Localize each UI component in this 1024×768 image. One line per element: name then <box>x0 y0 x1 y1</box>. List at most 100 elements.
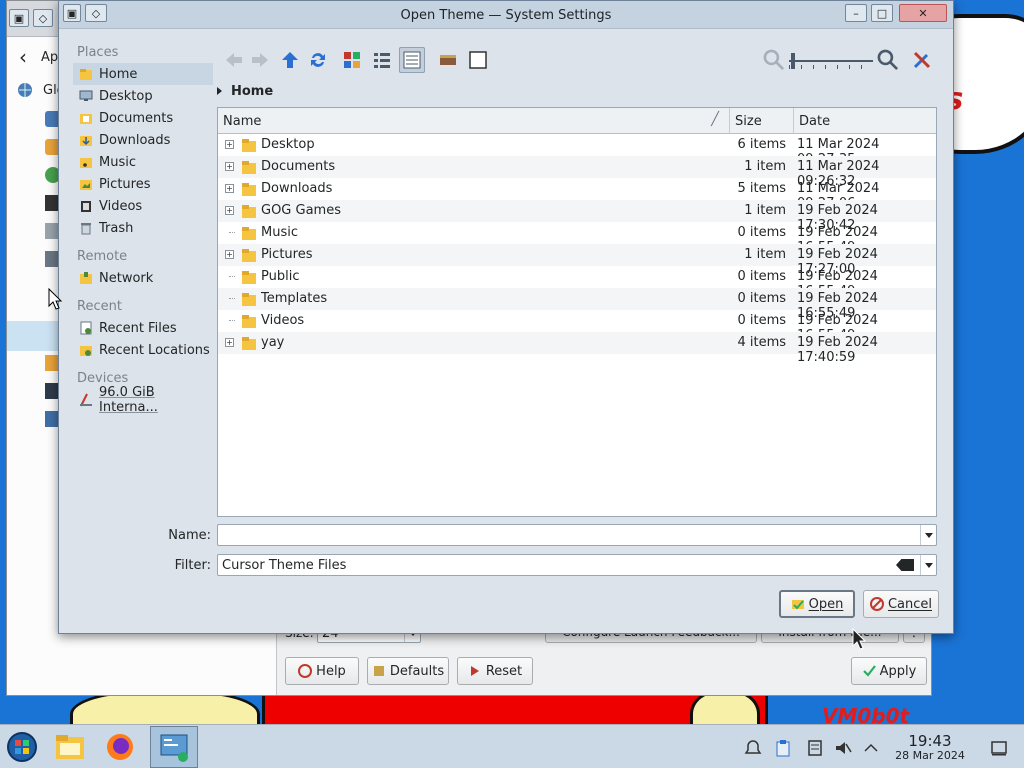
places-item-downloads[interactable]: Downloads <box>73 129 213 151</box>
table-row[interactable]: Public0 items19 Feb 2024 16:55:49 <box>218 266 936 299</box>
minimize-button[interactable]: – <box>845 4 867 22</box>
bg-window-pin-icon[interactable]: ◇ <box>33 9 53 27</box>
maximize-button[interactable]: □ <box>871 4 893 22</box>
parent-folder-button[interactable] <box>277 47 303 73</box>
zoom-in-icon[interactable] <box>875 47 901 73</box>
bg-sidebar-selected-row[interactable] <box>7 321 59 351</box>
back-button[interactable] <box>221 47 247 73</box>
zoom-slider[interactable] <box>789 51 873 71</box>
expand-toggle-icon[interactable]: + <box>225 250 234 259</box>
table-row[interactable]: + Pictures 1 item 19 Feb 2024 17:27:00 <box>218 244 936 277</box>
table-row[interactable]: +Downloads5 items11 Mar 2024 09:27:06 <box>218 178 936 211</box>
expand-toggle-icon[interactable]: + <box>225 162 234 171</box>
places-item-trash[interactable]: Trash <box>73 217 213 239</box>
icon-view-button[interactable] <box>339 47 365 73</box>
name-dropdown-arrow-icon[interactable] <box>920 525 936 545</box>
zoom-out-icon[interactable] <box>761 47 787 73</box>
expand-toggle-icon[interactable]: + <box>225 338 234 347</box>
system-settings-icon <box>160 734 188 762</box>
expand-toggle-icon[interactable]: + <box>225 140 234 149</box>
pictures-folder-icon <box>80 180 92 190</box>
clipboard-icon[interactable] <box>774 739 792 757</box>
show-desktop-icon[interactable] <box>990 739 1008 757</box>
places-item-recent-files[interactable]: Recent Files <box>73 317 213 339</box>
zoom-slider-handle[interactable] <box>791 53 795 69</box>
reload-button[interactable] <box>305 47 331 73</box>
reset-label: Reset <box>485 663 523 679</box>
preview-button[interactable] <box>435 47 461 73</box>
forward-button[interactable] <box>247 47 273 73</box>
breadcrumb-arrow-icon[interactable] <box>217 87 222 95</box>
defaults-label: Defaults <box>389 663 445 679</box>
dialog-titlebar[interactable]: ▣ ◇ Open Theme — System Settings – □ ✕ <box>59 1 953 29</box>
table-row[interactable]: + GOG Games 1 item 19 Feb 2024 17:30:42 <box>218 200 936 233</box>
filter-combo[interactable]: Cursor Theme Files <box>217 554 937 576</box>
name-input[interactable] <box>217 524 937 546</box>
volume-muted-icon[interactable] <box>834 739 852 757</box>
cancel-button[interactable]: Cancel <box>863 590 939 618</box>
table-row[interactable]: + Documents 1 item 11 Mar 2024 09:26:32 <box>218 156 936 189</box>
recent-files-icon <box>80 321 92 335</box>
filter-dropdown-arrow-icon[interactable] <box>920 555 936 575</box>
places-label-network: Network <box>99 270 154 286</box>
places-item-videos[interactable]: Videos <box>73 195 213 217</box>
column-header-date[interactable]: Date <box>794 108 936 134</box>
places-item-network[interactable]: Network <box>73 267 213 289</box>
clock-time[interactable]: 19:43 <box>898 732 962 750</box>
places-item-internal-drive[interactable]: 96.0 GiB Interna... <box>73 385 213 415</box>
bg-window-menu-icon[interactable]: ▣ <box>9 9 29 27</box>
apply-label: Apply <box>879 663 917 679</box>
column-date-label: Date <box>799 113 831 129</box>
expand-toggle-icon[interactable]: + <box>225 184 234 193</box>
panel-button[interactable] <box>465 47 491 73</box>
tray-expand-icon[interactable] <box>862 739 880 757</box>
options-button[interactable] <box>909 47 935 73</box>
back-arrow-icon[interactable]: ‹ <box>19 45 27 69</box>
open-button[interactable]: Open <box>779 590 855 618</box>
close-button[interactable]: ✕ <box>899 4 947 22</box>
help-label: Help <box>316 663 346 679</box>
videos-folder-icon <box>81 201 91 212</box>
reset-button[interactable]: Reset <box>457 657 533 685</box>
places-item-home[interactable]: Home <box>73 63 213 85</box>
start-menu-icon[interactable] <box>6 731 38 763</box>
breadcrumb[interactable]: Home <box>217 81 273 101</box>
places-item-pictures[interactable]: Pictures <box>73 173 213 195</box>
places-label-videos: Videos <box>99 198 143 214</box>
places-item-recent-locations[interactable]: Recent Locations <box>73 339 213 361</box>
table-row[interactable]: + yay 4 items 19 Feb 2024 17:40:59 <box>218 332 936 365</box>
breadcrumb-home[interactable]: Home <box>231 84 273 99</box>
places-label-trash: Trash <box>99 220 134 236</box>
compact-view-button[interactable] <box>369 47 395 73</box>
column-header-size[interactable]: Size <box>730 108 794 134</box>
firefox-icon[interactable] <box>104 731 136 763</box>
table-row[interactable]: Templates 0 items 19 Feb 2024 16:55:49 <box>218 288 936 321</box>
defaults-button[interactable]: Defaults <box>367 657 449 685</box>
places-item-desktop[interactable]: Desktop <box>73 85 213 107</box>
row-size: 0 items <box>737 225 786 240</box>
clock-date[interactable]: 28 Mar 2024 <box>890 749 970 762</box>
clear-filter-icon[interactable] <box>896 559 914 571</box>
notifications-icon[interactable] <box>744 739 762 757</box>
up-arrow-icon <box>282 52 298 68</box>
file-list[interactable]: Name ╱ Size Date + Desktop 6 items 11 Mar 2… <box>217 107 937 517</box>
detail-view-button[interactable] <box>399 47 425 73</box>
open-folder-icon <box>791 600 804 610</box>
system-settings-task[interactable] <box>150 726 198 768</box>
places-item-documents[interactable]: Documents <box>73 107 213 129</box>
row-size: 0 items <box>737 291 786 306</box>
file-manager-icon[interactable] <box>54 731 86 763</box>
table-row[interactable]: +Desktop6 items11 Mar 2024 09:27:35 <box>218 134 936 167</box>
apply-button[interactable]: Apply <box>851 657 927 685</box>
expand-toggle-icon[interactable]: + <box>225 206 234 215</box>
places-item-music[interactable]: Music <box>73 151 213 173</box>
folder-icon <box>242 161 256 174</box>
help-button[interactable]: Help <box>285 657 359 685</box>
table-row[interactable]: Music0 items19 Feb 2024 16:55:49 <box>218 222 936 255</box>
row-date: 19 Feb 2024 17:40:59 <box>797 335 878 365</box>
row-name: Downloads <box>261 181 333 196</box>
row-size: 1 item <box>744 159 786 174</box>
column-header-name[interactable]: Name ╱ <box>218 108 730 134</box>
table-row[interactable]: Videos0 items19 Feb 2024 16:55:49 <box>218 310 936 343</box>
storage-icon[interactable] <box>806 739 824 757</box>
